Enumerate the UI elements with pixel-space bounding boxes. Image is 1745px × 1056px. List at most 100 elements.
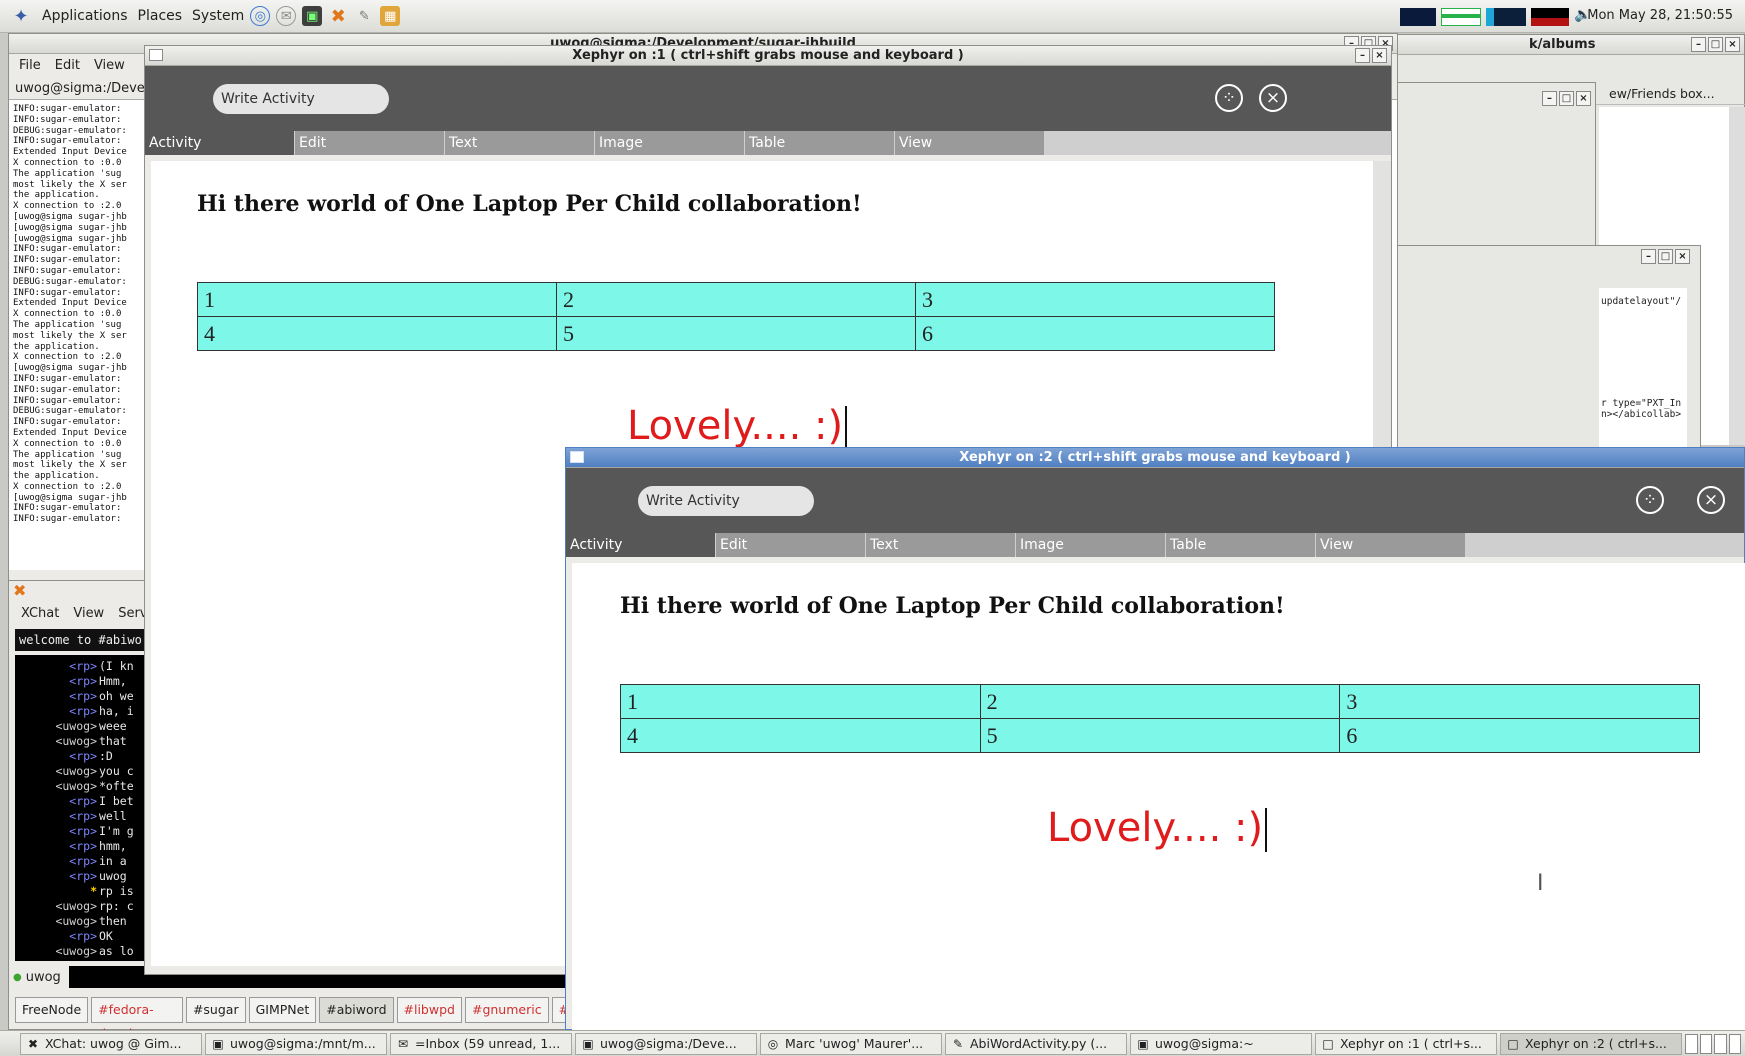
xchat-menu[interactable]: XChat <box>21 601 59 627</box>
chat-nick[interactable]: <rp> <box>15 794 99 809</box>
chat-nick[interactable]: <uwog> <box>15 779 99 794</box>
editor-launcher-icon[interactable]: ✎ <box>354 6 374 26</box>
browser-launcher-icon[interactable]: ◎ <box>250 6 271 26</box>
channel-tab[interactable]: #gnumeric <box>464 997 549 1023</box>
table-cell[interactable]: 4 <box>197 316 557 351</box>
taskbar-button[interactable]: ▣ uwog@sigma:~ <box>1130 1032 1312 1055</box>
chat-nick[interactable]: <rp> <box>15 869 99 884</box>
tab-activity[interactable]: Activity <box>566 533 716 557</box>
tab-text[interactable]: Text <box>866 533 1016 557</box>
table-cell[interactable]: 1 <box>197 282 557 317</box>
xephyr1-titlebar[interactable]: Xephyr on :1 ( ctrl+shift grabs mouse an… <box>145 46 1391 66</box>
gnome-foot-icon[interactable]: ✦ <box>10 5 32 27</box>
taskbar-button[interactable]: ✖ XChat: uwog @ Gim... <box>20 1032 202 1055</box>
chat-nick[interactable]: <rp> <box>15 809 99 824</box>
tab-image[interactable]: Image <box>1016 533 1166 557</box>
system-menu[interactable]: System <box>192 8 244 24</box>
taskbar-button[interactable]: ✉ =Inbox (59 unread, 1... <box>390 1032 572 1055</box>
view-menu[interactable]: View <box>94 54 125 78</box>
xchat-launcher-icon[interactable]: ✖ <box>328 6 348 27</box>
close-button[interactable]: × <box>1725 37 1740 52</box>
activity-name-entry[interactable]: Write Activity <box>638 486 814 516</box>
chat-nick[interactable]: <uwog> <box>15 914 99 929</box>
close-button[interactable]: × <box>1372 48 1387 63</box>
user-nick[interactable]: uwog <box>26 970 61 985</box>
places-menu[interactable]: Places <box>138 8 183 24</box>
tab-table[interactable]: Table <box>1166 533 1316 557</box>
table-cell[interactable]: 6 <box>1339 718 1700 753</box>
table-cell[interactable]: 4 <box>620 718 981 753</box>
applications-menu[interactable]: Applications <box>42 8 128 24</box>
channel-tab[interactable]: #sugar <box>185 997 246 1023</box>
channel-tab[interactable]: #libwpd <box>396 997 462 1023</box>
taskbar-button[interactable]: ◎ Marc 'uwog' Maurer'... <box>760 1032 942 1055</box>
workspace-4[interactable] <box>1728 1034 1741 1054</box>
share-icon[interactable]: ⁘ <box>1215 84 1243 112</box>
maximize-button[interactable]: □ <box>1559 91 1574 106</box>
tab-view[interactable]: View <box>895 131 1045 155</box>
maximize-button[interactable]: □ <box>1708 37 1723 52</box>
channel-tab[interactable]: FreeNode <box>15 997 89 1023</box>
view-menu[interactable]: View <box>73 601 104 627</box>
terminal-launcher-icon[interactable]: ▣ <box>302 6 323 26</box>
chat-nick[interactable]: <rp> <box>15 854 99 869</box>
maximize-button[interactable]: □ <box>1658 249 1673 264</box>
albums-titlebar[interactable]: k/albums – □ × <box>1389 35 1744 55</box>
window-menu-icon[interactable] <box>570 451 584 463</box>
workspace-switcher[interactable] <box>1685 1034 1741 1054</box>
taskbar-button[interactable]: □ Xephyr on :1 ( ctrl+s... <box>1315 1032 1497 1055</box>
file-menu[interactable]: File <box>19 54 41 78</box>
chat-nick[interactable]: <rp> <box>15 689 99 704</box>
xephyr2-titlebar[interactable]: Xephyr on :2 ( ctrl+shift grabs mouse an… <box>566 448 1744 468</box>
tab-edit[interactable]: Edit <box>716 533 866 557</box>
table-cell[interactable]: 1 <box>620 684 981 719</box>
chat-nick[interactable]: <rp> <box>15 659 99 674</box>
edit-menu[interactable]: Edit <box>55 54 80 78</box>
chat-nick[interactable]: <rp> <box>15 704 99 719</box>
table-cell[interactable]: 2 <box>556 282 916 317</box>
chat-nick[interactable]: <uwog> <box>15 734 99 749</box>
workspace-3[interactable] <box>1714 1034 1727 1054</box>
gimp-launcher-icon[interactable]: ▦ <box>380 6 401 26</box>
table-cell[interactable]: 5 <box>556 316 916 351</box>
window-menu-icon[interactable] <box>149 49 163 61</box>
chat-nick[interactable]: <rp> <box>15 824 99 839</box>
chat-nick[interactable]: <uwog> <box>15 764 99 779</box>
chat-nick[interactable]: <uwog> <box>15 944 99 959</box>
chat-nick[interactable]: <rp> <box>15 929 99 944</box>
minimize-button[interactable]: – <box>1542 91 1557 106</box>
channel-tab[interactable]: #fedora-devel <box>91 997 183 1041</box>
chat-nick[interactable]: <rp> <box>15 839 99 854</box>
table-cell[interactable]: 6 <box>915 316 1275 351</box>
close-button[interactable]: × <box>1576 91 1591 106</box>
close-button[interactable]: × <box>1675 249 1690 264</box>
chat-nick[interactable]: <rp> <box>15 749 99 764</box>
document-table[interactable]: 123 456 <box>197 282 1275 351</box>
taskbar-button[interactable]: □ Xephyr on :2 ( ctrl+s... <box>1500 1032 1682 1055</box>
stop-icon[interactable]: × <box>1697 486 1725 514</box>
tab-view[interactable]: View <box>1316 533 1466 557</box>
document-table[interactable]: 123 456 <box>620 684 1700 753</box>
clock[interactable]: Mon May 28, 21:50:55 <box>1587 8 1733 23</box>
tab-text[interactable]: Text <box>445 131 595 155</box>
chat-nick[interactable]: <rp> <box>15 674 99 689</box>
minimize-button[interactable]: – <box>1691 37 1706 52</box>
stop-icon[interactable]: × <box>1259 84 1287 112</box>
document-canvas[interactable]: Hi there world of One Laptop Per Child c… <box>572 563 1745 1031</box>
friends-scrollbar[interactable] <box>1729 107 1745 445</box>
mail-launcher-icon[interactable]: ✉ <box>276 6 297 26</box>
tab-image[interactable]: Image <box>595 131 745 155</box>
table-cell[interactable]: 5 <box>979 718 1341 753</box>
taskbar-button[interactable]: ▣ uwog@sigma:/Deve... <box>575 1032 757 1055</box>
share-icon[interactable]: ⁘ <box>1636 486 1664 514</box>
tab-activity[interactable]: Activity <box>145 131 295 155</box>
workspace-2[interactable] <box>1699 1034 1712 1054</box>
chat-nick[interactable]: * <box>15 884 99 899</box>
table-cell[interactable]: 3 <box>915 282 1275 317</box>
tab-edit[interactable]: Edit <box>295 131 445 155</box>
table-cell[interactable]: 2 <box>979 684 1341 719</box>
channel-tab[interactable]: GIMPNet <box>248 997 317 1023</box>
taskbar-button[interactable]: ✎ AbiWordActivity.py (... <box>945 1032 1127 1055</box>
table-cell[interactable]: 3 <box>1339 684 1700 719</box>
channel-tab[interactable]: #abiword <box>319 997 394 1023</box>
